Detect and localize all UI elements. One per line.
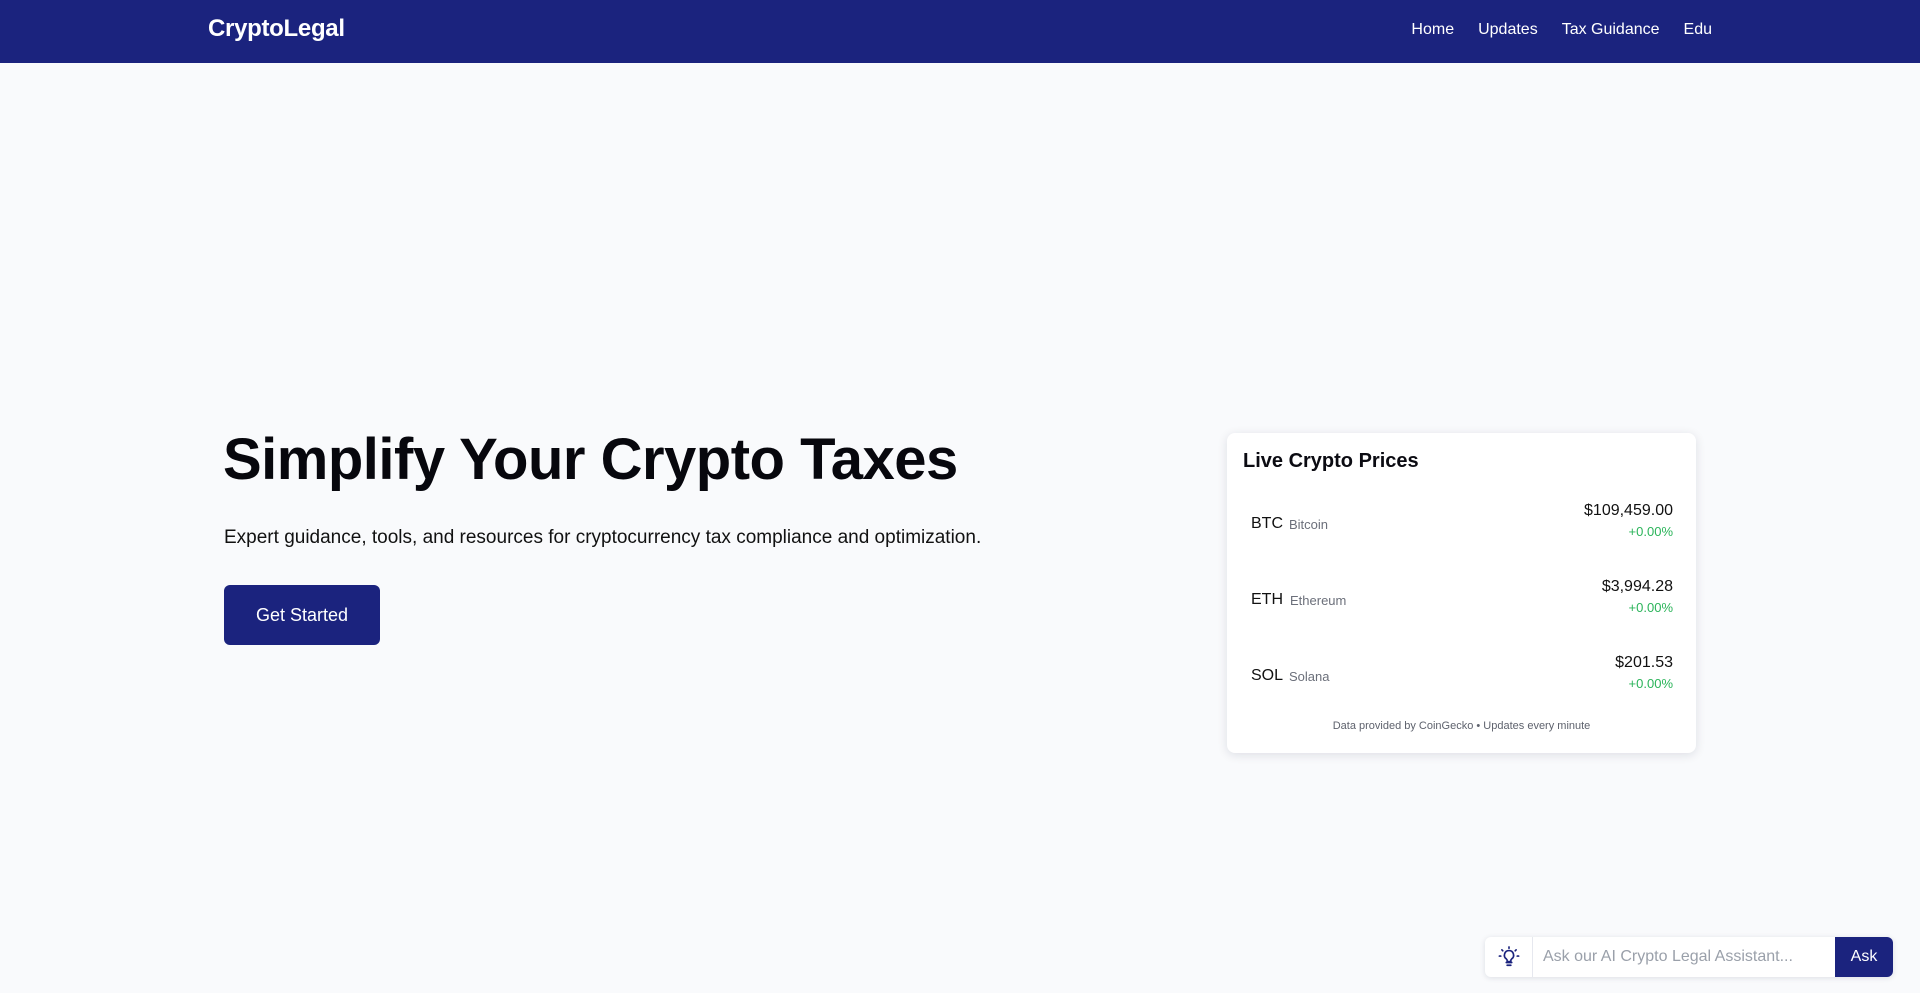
coin-change: +0.00% — [1628, 524, 1673, 539]
coin-symbol: ETH — [1251, 591, 1283, 608]
hero-subtitle: Expert guidance, tools, and resources fo… — [224, 527, 982, 548]
coin-symbol: SOL — [1251, 667, 1284, 684]
coin-row-btc: BTC Bitcoin $109,459.00 +0.00% — [1251, 502, 1673, 550]
coin-row-sol: SOL Solana $201.53 +0.00% — [1251, 654, 1673, 702]
coin-change: +0.00% — [1628, 600, 1673, 615]
coin-price: $3,994.28 — [1601, 578, 1673, 595]
coin-name: Solana — [1289, 669, 1330, 684]
main-nav: Home Updates Tax Guidance Edu — [1411, 21, 1712, 39]
coin-row-eth: ETH Ethereum $3,994.28 +0.00% — [1251, 578, 1673, 626]
ask-button[interactable]: Ask — [1835, 937, 1893, 977]
nav-link-edu[interactable]: Edu — [1684, 21, 1712, 39]
lightbulb-icon — [1485, 937, 1533, 977]
coin-name: Bitcoin — [1289, 517, 1329, 532]
nav-link-tax-guidance[interactable]: Tax Guidance — [1562, 21, 1660, 39]
brand-logo[interactable]: CryptoLegal — [208, 15, 345, 43]
ai-assistant-bar: Ask — [1485, 937, 1893, 977]
live-prices-title: Live Crypto Prices — [1243, 450, 1419, 472]
coin-symbol: BTC — [1251, 515, 1283, 532]
coin-name: Ethereum — [1290, 593, 1347, 608]
coin-price: $109,459.00 — [1584, 502, 1673, 519]
coin-price: $201.53 — [1615, 654, 1673, 671]
prices-footer-note: Data provided by CoinGecko • Updates eve… — [1332, 720, 1591, 732]
nav-link-home[interactable]: Home — [1411, 21, 1454, 39]
get-started-button[interactable]: Get Started — [224, 585, 380, 645]
top-navbar: CryptoLegal Home Updates Tax Guidance Ed… — [0, 0, 1920, 63]
live-prices-card: Live Crypto Prices BTC Bitcoin $109,459.… — [1227, 433, 1696, 753]
coin-change: +0.00% — [1628, 676, 1673, 691]
hero-title: Simplify Your Crypto Taxes — [223, 427, 958, 492]
nav-link-updates[interactable]: Updates — [1478, 21, 1538, 39]
ai-assistant-input[interactable] — [1533, 937, 1819, 977]
